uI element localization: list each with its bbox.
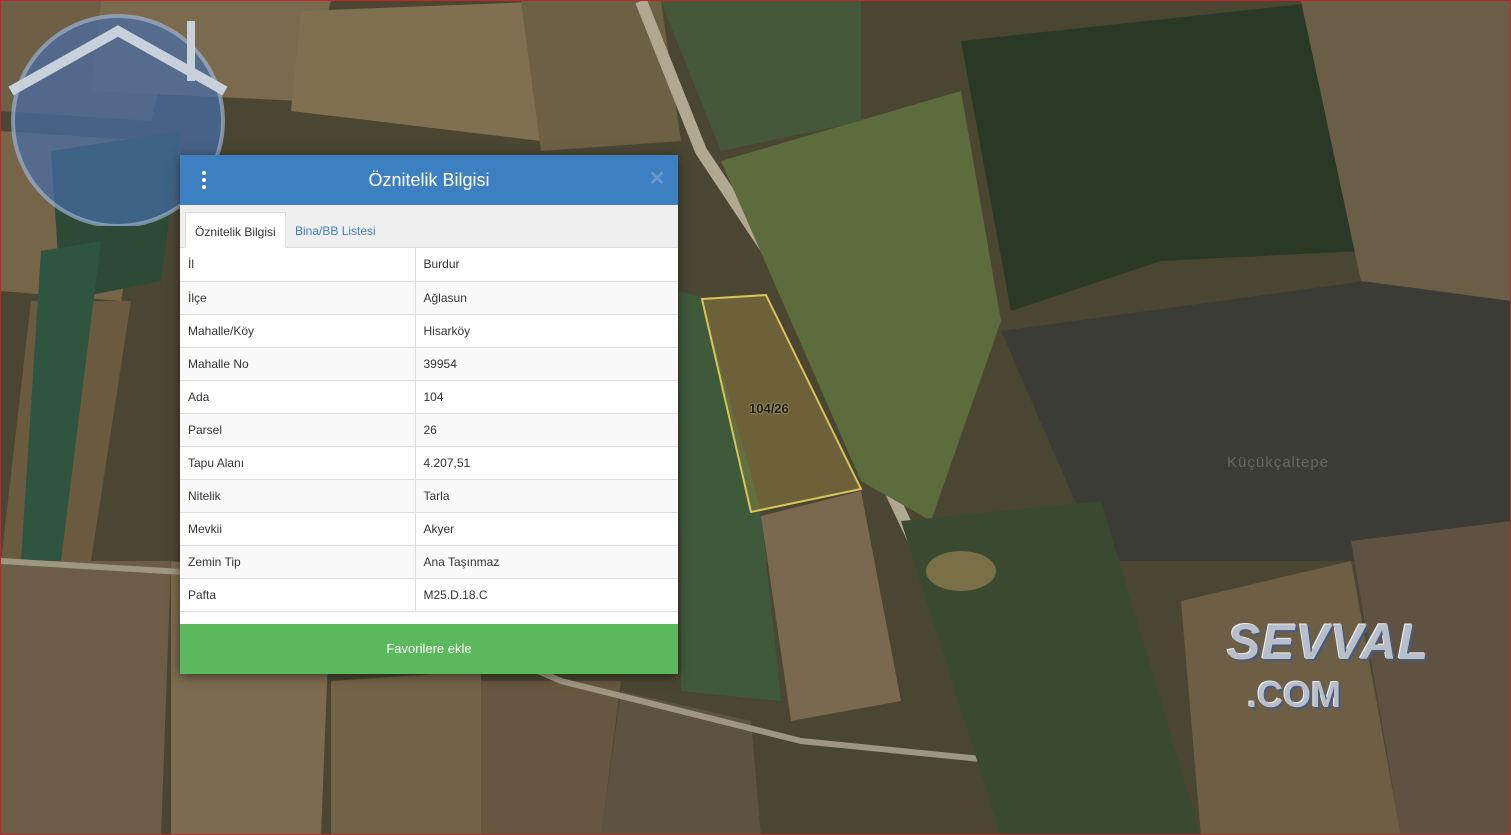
row-key: Parsel (180, 413, 416, 447)
attribute-table: İl Burdur İlçe Ağlasun Mahalle/Köy Hisarköy… (180, 248, 678, 612)
row-key: Mahalle No (180, 347, 416, 381)
row-key: İl (180, 248, 416, 282)
table-row: İl Burdur (180, 248, 678, 282)
tab-attribute-info[interactable]: Öznitelik Bilgisi (185, 212, 286, 248)
row-value: Ana Taşınmaz (415, 545, 678, 579)
row-key: Zemin Tip (180, 545, 416, 579)
table-row: Tapu Alanı 4.207,51 (180, 446, 678, 480)
table-row: Mevkii Akyer (180, 512, 678, 546)
watermark-text: SEVVAL (1227, 614, 1430, 670)
row-value: Hisarköy (415, 314, 678, 348)
row-key: Tapu Alanı (180, 446, 416, 480)
row-value: Tarla (415, 479, 678, 513)
row-value: 39954 (415, 347, 678, 381)
panel-header: Öznitelik Bilgisi ✕ (180, 155, 678, 205)
parcel-label[interactable]: 104/26 (749, 401, 789, 416)
row-value: Burdur (415, 248, 678, 282)
row-key: İlçe (180, 281, 416, 315)
row-value: Akyer (415, 512, 678, 546)
row-value: M25.D.18.C (415, 578, 678, 612)
panel-title: Öznitelik Bilgisi (368, 170, 490, 190)
table-row: Nitelik Tarla (180, 479, 678, 513)
row-value: 104 (415, 380, 678, 414)
watermark-domain: .COM (1247, 674, 1341, 715)
table-row: Ada 104 (180, 380, 678, 414)
row-key: Pafta (180, 578, 416, 612)
table-row: Parsel 26 (180, 413, 678, 447)
row-key: Mevkii (180, 512, 416, 546)
row-key: Ada (180, 380, 416, 414)
add-to-favorites-button[interactable]: Favorilere ekle (180, 624, 678, 674)
row-value: 26 (415, 413, 678, 447)
tab-building-list[interactable]: Bina/BB Listesi (286, 212, 385, 247)
attribute-panel: Öznitelik Bilgisi ✕ Öznitelik Bilgisi Bi… (180, 155, 678, 674)
table-row: Zemin Tip Ana Taşınmaz (180, 545, 678, 579)
table-row: İlçe Ağlasun (180, 281, 678, 315)
row-key: Nitelik (180, 479, 416, 513)
table-row: Mahalle No 39954 (180, 347, 678, 381)
table-row: Mahalle/Köy Hisarköy (180, 314, 678, 348)
row-value: 4.207,51 (415, 446, 678, 480)
close-icon[interactable]: ✕ (648, 168, 666, 190)
row-value: Ağlasun (415, 281, 678, 315)
row-key: Mahalle/Köy (180, 314, 416, 348)
place-name-label: Küçükçaltepe (1227, 454, 1330, 471)
tab-bar: Öznitelik Bilgisi Bina/BB Listesi (180, 205, 678, 248)
table-row: Pafta M25.D.18.C (180, 578, 678, 612)
